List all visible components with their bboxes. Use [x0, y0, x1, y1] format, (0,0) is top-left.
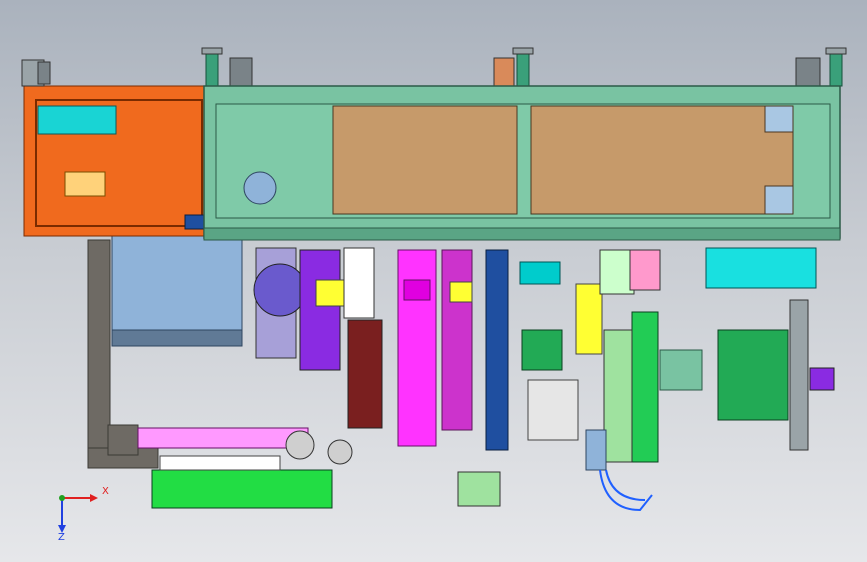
cad-viewport[interactable]: X Z — [0, 0, 867, 562]
machine-assembly-model — [21, 47, 847, 533]
leveling-feet — [21, 47, 847, 87]
z-axis-label: Z — [58, 532, 65, 543]
wood-panels — [332, 105, 794, 215]
x-axis-label: X — [102, 486, 109, 497]
orange-frame — [23, 85, 211, 237]
lower-mechanism — [253, 247, 835, 463]
axis-triad — [58, 494, 98, 533]
